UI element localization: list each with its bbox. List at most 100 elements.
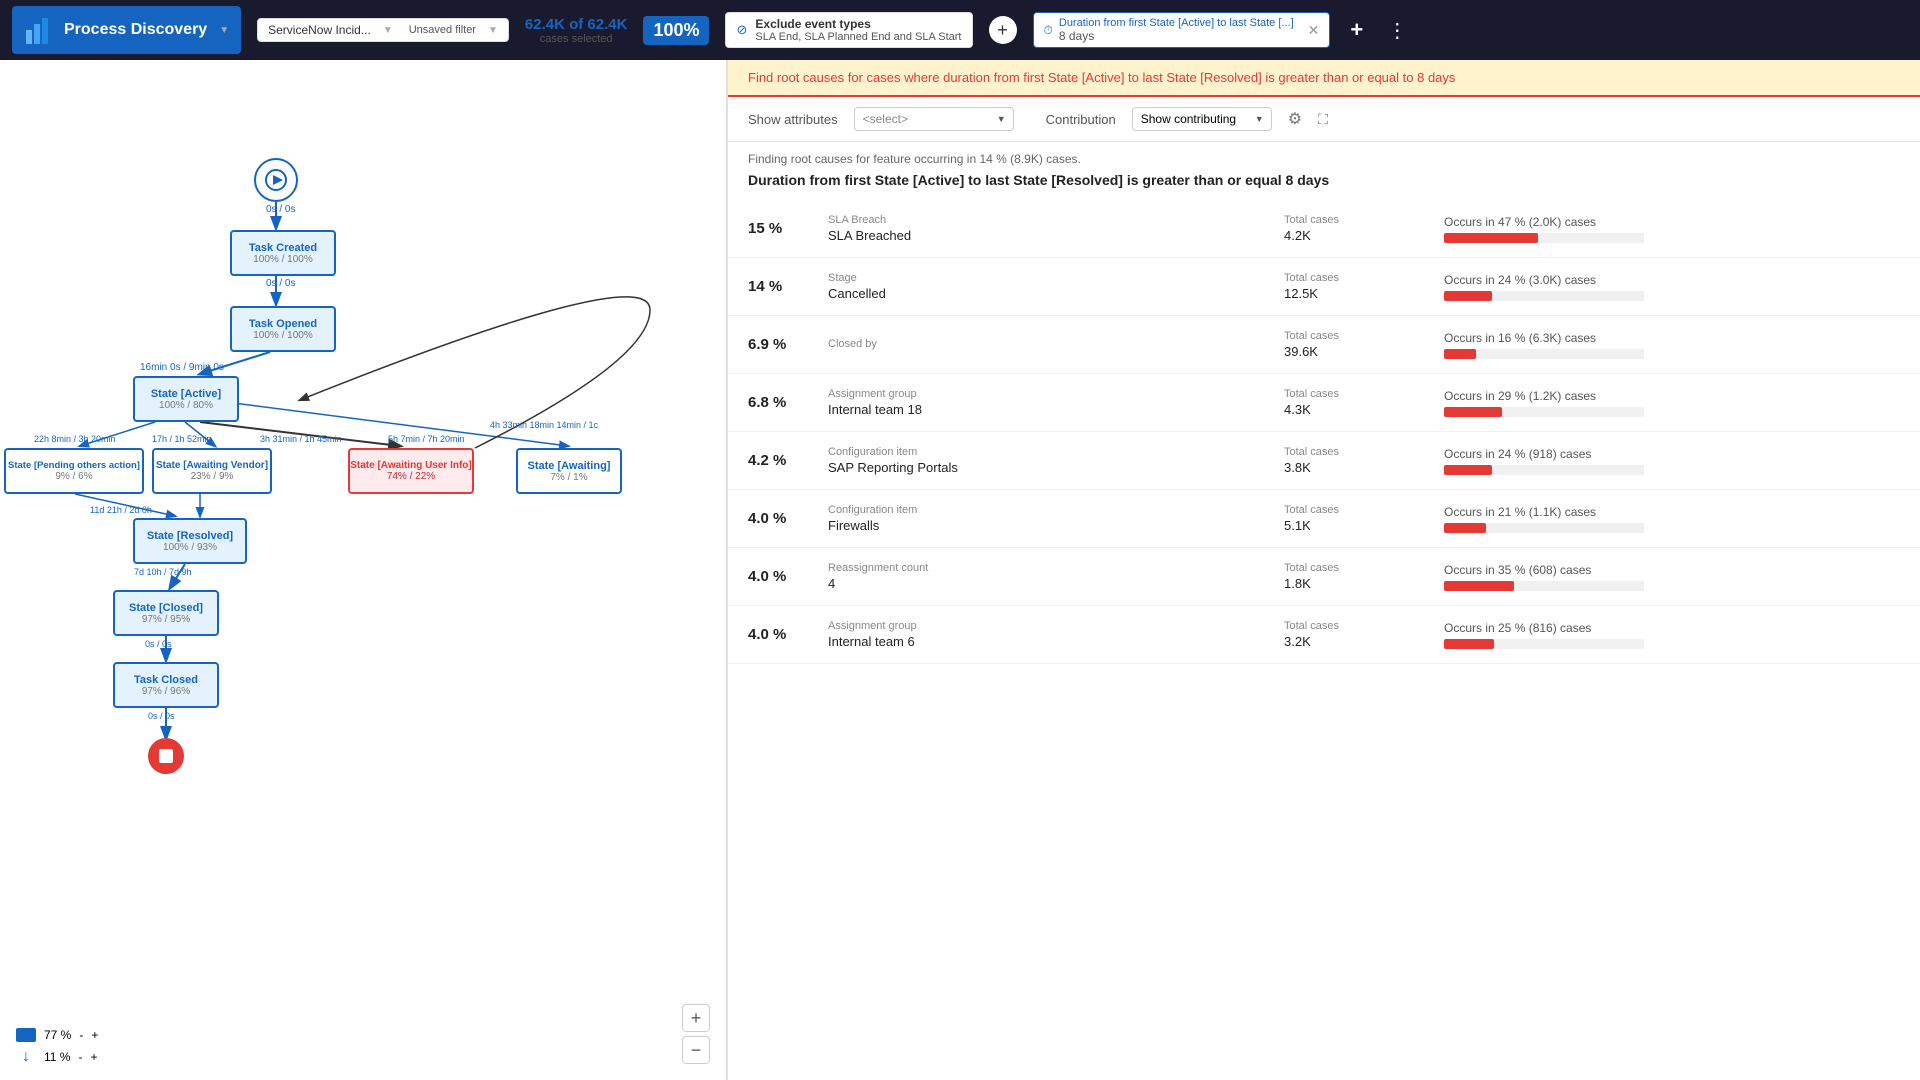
state-pending-label: State [Pending others action] (8, 460, 140, 471)
flow-canvas[interactable]: 0s / 0s Task Created 100% / 100% 0s / 0s… (0, 60, 726, 1080)
rca-bar-container (1444, 581, 1644, 591)
rca-occurs-text: Occurs in 24 % (918) cases (1444, 447, 1900, 461)
add-duration-button[interactable]: + (1350, 17, 1363, 43)
duration-close-icon[interactable]: ✕ (1308, 22, 1320, 39)
rca-attr-value: SAP Reporting Portals (828, 460, 1284, 475)
closed-time: 0s / 0s (145, 639, 172, 649)
rca-bar-container (1444, 233, 1644, 243)
duration-pill[interactable]: ⏱ Duration from first State [Active] to … (1033, 12, 1331, 48)
rca-attr-col: Assignment group Internal team 6 (828, 620, 1284, 649)
rca-row[interactable]: 15 % SLA Breach SLA Breached Total cases… (728, 200, 1920, 258)
rca-row[interactable]: 4.2 % Configuration item SAP Reporting P… (728, 432, 1920, 490)
rca-alert-text: Find root causes for cases where duratio… (748, 70, 1900, 85)
rca-occurs-col: Occurs in 25 % (816) cases (1444, 621, 1900, 649)
rca-total-col: Total cases 12.5K (1284, 272, 1444, 301)
rca-total-label: Total cases (1284, 214, 1444, 226)
exclude-icon: ⊘ (736, 22, 747, 38)
zoom-out-button[interactable]: − (682, 1036, 710, 1064)
task-opened-pct: 100% / 100% (253, 330, 313, 341)
app-title-arrow[interactable]: ▼ (219, 25, 229, 36)
legend-minus-1[interactable]: - (79, 1028, 83, 1042)
rca-occurs-text: Occurs in 21 % (1.1K) cases (1444, 505, 1900, 519)
rca-bar-container (1444, 523, 1644, 533)
rca-attr-name: SLA Breach (828, 214, 1284, 226)
expand-icon[interactable]: ⛶ (1318, 111, 1328, 128)
rca-attr-value: 4 (828, 576, 1284, 591)
show-attributes-select-wrapper[interactable]: <select> (854, 107, 1014, 131)
legend-plus-2[interactable]: + (90, 1050, 97, 1064)
task-closed-label: Task Closed (134, 674, 198, 686)
rca-pct: 6.9 % (748, 336, 828, 353)
resolved-time: 7d 10h / 7d 9h (134, 567, 192, 577)
state-closed-node[interactable]: State [Closed] 97% / 95% (113, 590, 219, 636)
state-active-node[interactable]: State [Active] 100% / 80% (133, 376, 239, 422)
percent-badge[interactable]: 100% (643, 16, 709, 45)
rca-total-value: 3.8K (1284, 460, 1444, 475)
filter-name-pill[interactable]: ServiceNow Incid... ▼ Unsaved filter ▼ (257, 18, 509, 42)
cases-count: 62.4K of 62.4K (525, 16, 628, 33)
legend-minus-2[interactable]: - (78, 1050, 82, 1064)
rca-row[interactable]: 4.0 % Configuration item Firewalls Total… (728, 490, 1920, 548)
play-icon (265, 169, 287, 191)
rca-occurs-col: Occurs in 21 % (1.1K) cases (1444, 505, 1900, 533)
awaiting-time: 5h 7min / 7h 20min (388, 434, 465, 444)
rca-occurs-text: Occurs in 25 % (816) cases (1444, 621, 1900, 635)
rca-occurs-text: Occurs in 16 % (6.3K) cases (1444, 331, 1900, 345)
task-closed-node[interactable]: Task Closed 97% / 96% (113, 662, 219, 708)
rca-row[interactable]: 6.8 % Assignment group Internal team 18 … (728, 374, 1920, 432)
show-attributes-label: Show attributes (748, 112, 838, 127)
task-closed-pct: 97% / 96% (142, 686, 190, 697)
rca-row[interactable]: 4.0 % Assignment group Internal team 6 T… (728, 606, 1920, 664)
flow-panel: 0s / 0s Task Created 100% / 100% 0s / 0s… (0, 60, 728, 1080)
show-attributes-select[interactable]: <select> (854, 107, 1014, 131)
rca-row[interactable]: 6.9 % Closed by Total cases 39.6K Occurs… (728, 316, 1920, 374)
rca-total-value: 1.8K (1284, 576, 1444, 591)
end-node[interactable] (148, 738, 184, 774)
rca-attr-value: Firewalls (828, 518, 1284, 533)
settings-icon[interactable]: ⚙ (1288, 109, 1302, 129)
zoom-in-button[interactable]: + (682, 1004, 710, 1032)
rca-pct: 4.2 % (748, 452, 828, 469)
flow-arrows (0, 60, 726, 1080)
start-node[interactable] (254, 158, 298, 202)
app-header: Process Discovery ▼ ServiceNow Incid... … (0, 0, 1920, 60)
rca-row[interactable]: 14 % Stage Cancelled Total cases 12.5K O… (728, 258, 1920, 316)
state-closed-label: State [Closed] (129, 602, 203, 614)
state-awaiting-vendor-node[interactable]: State [Awaiting Vendor] 23% / 9% (152, 448, 272, 494)
state-closed-pct: 97% / 95% (142, 614, 190, 625)
rca-attr-name: Reassignment count (828, 562, 1284, 574)
rca-table[interactable]: 15 % SLA Breach SLA Breached Total cases… (728, 200, 1920, 1080)
task-opened-node[interactable]: Task Opened 100% / 100% (230, 306, 336, 352)
state-awaiting-node[interactable]: State [Awaiting] 7% / 1% (516, 448, 622, 494)
state-resolved-node[interactable]: State [Resolved] 100% / 93% (133, 518, 247, 564)
rca-bar-fill (1444, 639, 1494, 649)
add-filter-button[interactable]: + (989, 16, 1017, 44)
rca-attr-col: Configuration item Firewalls (828, 504, 1284, 533)
kebab-menu-button[interactable]: ⋮ (1379, 14, 1415, 47)
task-created-time: 0s / 0s (266, 278, 295, 289)
rca-bar-fill (1444, 233, 1538, 243)
rca-occurs-col: Occurs in 29 % (1.2K) cases (1444, 389, 1900, 417)
exclude-sub: SLA End, SLA Planned End and SLA Start (755, 31, 961, 43)
state-pending-node[interactable]: State [Pending others action] 9% / 6% (4, 448, 144, 494)
rca-total-label: Total cases (1284, 330, 1444, 342)
rca-occurs-col: Occurs in 24 % (918) cases (1444, 447, 1900, 475)
contribution-label: Contribution (1046, 112, 1116, 127)
rca-total-label: Total cases (1284, 504, 1444, 516)
rca-controls-row: Show attributes <select> Contribution Sh… (728, 97, 1920, 142)
rca-row[interactable]: 4.0 % Reassignment count 4 Total cases 1… (728, 548, 1920, 606)
rca-occurs-col: Occurs in 24 % (3.0K) cases (1444, 273, 1900, 301)
rca-alert-bar: Find root causes for cases where duratio… (728, 60, 1920, 97)
task-closed-time: 0s / 0s (148, 711, 175, 721)
rca-bar-container (1444, 407, 1644, 417)
show-contributing-select[interactable]: Show contributing (1132, 107, 1272, 131)
rca-bar-container (1444, 349, 1644, 359)
state-awaiting-user-node[interactable]: State [Awaiting User Info] 74% / 22% (348, 448, 474, 494)
duration-label: Duration from first State [Active] to la… (1059, 17, 1294, 29)
task-created-node[interactable]: Task Created 100% / 100% (230, 230, 336, 276)
exclude-pill[interactable]: ⊘ Exclude event types SLA End, SLA Plann… (725, 12, 972, 48)
show-contributing-select-wrapper[interactable]: Show contributing (1132, 107, 1272, 131)
rca-pct: 4.0 % (748, 510, 828, 527)
legend-plus-1[interactable]: + (91, 1028, 98, 1042)
rca-occurs-text: Occurs in 24 % (3.0K) cases (1444, 273, 1900, 287)
